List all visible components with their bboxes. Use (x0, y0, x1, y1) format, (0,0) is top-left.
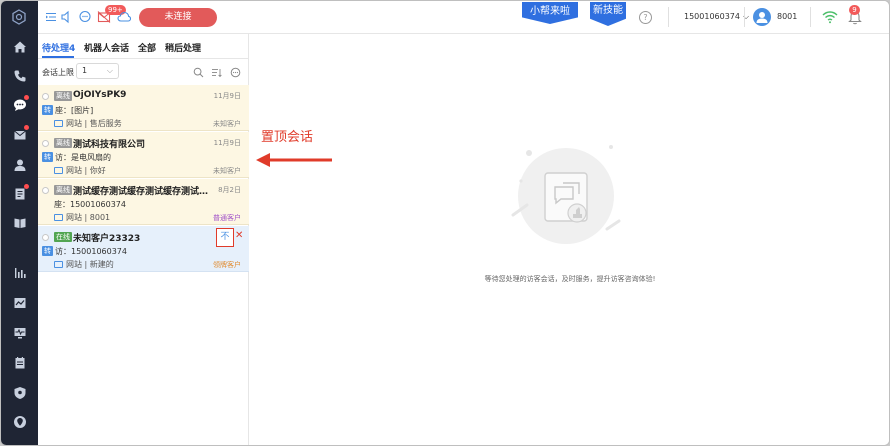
list-item[interactable]: 离线 测试缓存测试缓存测试缓存测试缓... 8月2日 座：15001060374… (38, 179, 249, 225)
customer-type: 未知客户 (213, 120, 241, 128)
visitor-name: OjOIYsPK9 (73, 90, 127, 100)
top-bar: 99+ 未连接 小帮来啦 新技能 ? 15001060374 ⌵ 8001 9 (38, 1, 889, 34)
tab-later[interactable]: 稍后处理 (165, 41, 201, 54)
select-radio[interactable] (42, 187, 49, 194)
shield-icon[interactable] (11, 384, 28, 401)
bell-count-badge: 9 (849, 5, 860, 15)
tab-all[interactable]: 全部 (138, 41, 156, 54)
app-window: 99+ 未连接 小帮来啦 新技能 ? 15001060374⌵ 8001 9 (0, 0, 890, 446)
status-badge: 离线 (54, 185, 72, 195)
empty-state-message: 等待您处理的访客会话，及时服务，提升访客咨询体验! (484, 275, 656, 283)
status-badge: 离线 (54, 138, 72, 148)
mail-unread-dot (24, 125, 29, 130)
cloud-settings-icon[interactable] (117, 10, 132, 24)
report-chart-icon[interactable] (11, 294, 28, 311)
annotation-label: 置顶会话 (261, 130, 314, 145)
phone-icon[interactable] (11, 67, 28, 84)
session-limit-select[interactable]: 1 ⌵ (76, 63, 119, 79)
session-limit-row: 会话上限 1 ⌵ (38, 59, 249, 85)
monitor-icon (54, 167, 63, 174)
source-info: 网站 | 8001 (54, 212, 110, 223)
select-radio[interactable] (42, 140, 49, 147)
notes-icon[interactable] (11, 354, 28, 371)
customer-type: 未知客户 (213, 167, 241, 175)
transfer-flag: 转 (42, 152, 53, 162)
chat-empty-state: 等待您处理的访客会话，及时服务，提升访客咨询体验! (249, 34, 889, 445)
sort-icon[interactable] (211, 67, 222, 78)
phone-number-value: 15001060374 (684, 12, 740, 21)
wifi-signal-icon (822, 11, 838, 24)
transfer-flag: 转 (42, 246, 53, 256)
conversation-date: 8月2日 (218, 186, 241, 194)
conversation-tabs: 待处理4 机器人会话 全部 稍后处理 (38, 34, 249, 59)
divider (744, 7, 745, 27)
source-info: 网站 | 售后服务 (54, 118, 122, 129)
chat-settings-icon[interactable] (230, 67, 241, 78)
active-tab-indicator (42, 56, 74, 58)
select-radio[interactable] (42, 234, 49, 241)
speaker-icon[interactable] (60, 10, 74, 24)
chevron-down-icon: ⌵ (106, 66, 113, 75)
visitor-name: 未知客户23323 (73, 234, 141, 244)
tab-pending[interactable]: 待处理4 (42, 41, 75, 54)
pin-conversation-button[interactable]: 不 (216, 228, 234, 247)
tab-bot-sessions[interactable]: 机器人会话 (84, 41, 129, 54)
conversation-panel: 待处理4 机器人会话 全部 稍后处理 会话上限 1 ⌵ 离线 OjOIYsPK9… (38, 34, 249, 445)
message-bubble-icon[interactable] (78, 10, 92, 24)
mail-icon[interactable] (11, 125, 29, 143)
xiaobang-banner-button[interactable]: 小帮来啦 (522, 2, 578, 24)
avatar[interactable] (753, 8, 771, 26)
phone-line-select[interactable]: 15001060374 ⌵ (684, 12, 749, 22)
list-item[interactable]: 离线 测试科技有限公司 11月9日 转 访：是电风扇的 网站 | 你好 未知客户 (38, 132, 249, 178)
customer-type: 普通客户 (213, 214, 241, 222)
divider (668, 7, 669, 27)
monitor-icon (54, 261, 63, 268)
ticket-unread-dot (24, 184, 29, 189)
user-icon[interactable] (11, 156, 28, 173)
divider (810, 7, 811, 27)
ticket-icon[interactable] (11, 184, 29, 202)
session-limit-value: 1 (82, 66, 88, 75)
connect-status-button[interactable]: 未连接 (139, 8, 217, 27)
session-limit-label: 会话上限 (42, 68, 74, 77)
knowledge-book-icon[interactable] (11, 214, 28, 231)
last-message: 座：15001060374 (54, 200, 126, 209)
annotation-arrow-icon (256, 153, 332, 167)
visitor-name: 测试缓存测试缓存测试缓存测试缓... (73, 187, 211, 197)
search-icon[interactable] (193, 67, 204, 78)
status-badge: 在线 (54, 232, 72, 242)
stats-bar-icon[interactable] (11, 264, 28, 281)
customer-type: 领牌客户 (213, 261, 241, 269)
help-icon[interactable]: ? (639, 11, 652, 24)
chat-unread-dot (24, 95, 29, 100)
last-message: 座：[图片] (55, 106, 94, 115)
monitor-icon (54, 120, 63, 127)
last-message: 访：15001060374 (55, 247, 127, 256)
list-item[interactable]: 离线 OjOIYsPK9 11月9日 转 座：[图片] 网站 | 售后服务 未知… (38, 85, 249, 131)
conversation-date: 11月9日 (213, 139, 241, 147)
monitor-icon (54, 214, 63, 221)
last-message: 访：是电风扇的 (55, 153, 111, 162)
close-icon[interactable]: ✕ (235, 230, 243, 241)
home-icon[interactable] (11, 38, 28, 55)
new-skill-banner-button[interactable]: 新技能 (590, 2, 626, 26)
location-pin-icon[interactable] (11, 413, 28, 430)
agent-id-label: 8001 (777, 12, 798, 21)
nav-rail (1, 1, 38, 445)
empty-chat-illustration (511, 145, 621, 244)
status-badge: 离线 (54, 91, 72, 101)
visitor-name: 测试科技有限公司 (73, 140, 146, 150)
app-logo-icon (12, 9, 26, 25)
menu-toggle-icon[interactable] (44, 10, 58, 24)
select-radio[interactable] (42, 93, 49, 100)
chat-icon[interactable] (11, 95, 29, 113)
transfer-flag: 转 (42, 105, 53, 115)
list-item[interactable]: 在线 未知客户23323 不 ✕ 转 访：15001060374 网站 | 新建… (38, 226, 249, 272)
source-info: 网站 | 你好 (54, 165, 106, 176)
source-info: 网站 | 新建的 (54, 259, 114, 270)
monitor-pulse-icon[interactable] (11, 324, 28, 341)
conversation-date: 11月9日 (213, 92, 241, 100)
